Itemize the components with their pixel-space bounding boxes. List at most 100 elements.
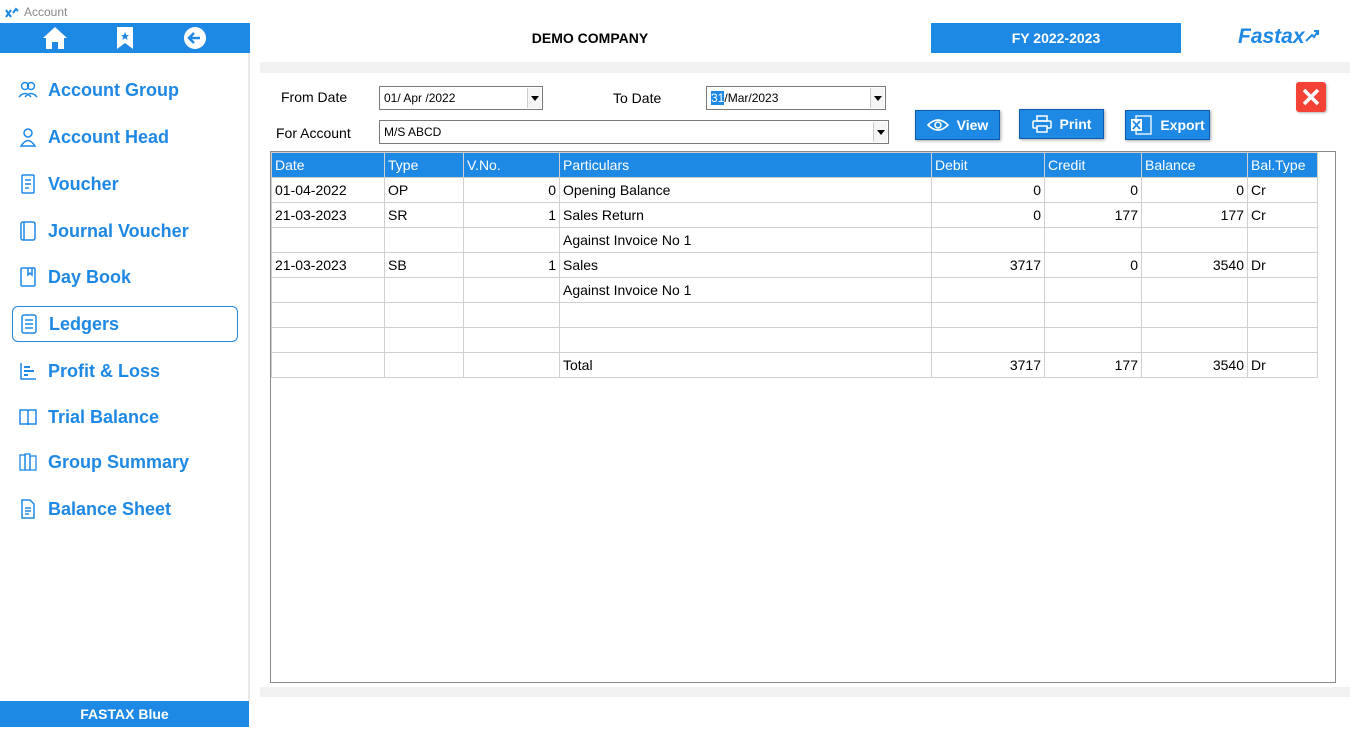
cell-debit: 3717 [931, 352, 1045, 378]
sidebar-item-day-book[interactable]: Day Book [12, 259, 238, 295]
table-row[interactable]: Against Invoice No 1 [271, 277, 1318, 303]
table-row[interactable]: 01-04-2022 OP 0 Opening Balance 0 0 0 Cr [271, 177, 1318, 203]
chevron-down-icon[interactable] [870, 88, 884, 108]
table-row[interactable] [271, 302, 1318, 328]
cell-type [384, 352, 464, 378]
ledger-grid[interactable]: Date Type V.No. Particulars Debit Credit… [270, 151, 1336, 683]
column-header-bal-type[interactable]: Bal.Type [1247, 152, 1318, 178]
cell-particulars [559, 302, 932, 328]
print-button[interactable]: Print [1019, 109, 1104, 139]
sidebar-item-trial-balance[interactable]: Trial Balance [12, 399, 238, 435]
cell-vno [463, 302, 560, 328]
ledger-icon [19, 314, 39, 334]
eye-icon [926, 119, 949, 131]
cell-credit [1044, 327, 1142, 353]
company-name: DEMO COMPANY [531, 30, 649, 46]
cell-vno [463, 352, 560, 378]
app-logo-icon [4, 4, 20, 20]
to-date-day-selected: 31 [711, 91, 725, 105]
cell-type: SR [384, 202, 464, 228]
sidebar-item-profit-loss[interactable]: Profit & Loss [12, 353, 238, 389]
cell-debit [931, 277, 1045, 303]
cell-debit: 0 [931, 177, 1045, 203]
cell-particulars: Total [559, 352, 932, 378]
cell-debit [931, 227, 1045, 253]
cell-type [384, 277, 464, 303]
sidebar-item-label: Balance Sheet [48, 498, 172, 519]
cell-type [384, 327, 464, 353]
cell-bal-type: Dr [1247, 352, 1318, 378]
cell-particulars: Opening Balance [559, 177, 932, 203]
brand-arrow-icon [1304, 30, 1319, 42]
user-icon [18, 127, 38, 147]
ledger-table: Date Type V.No. Particulars Debit Credit… [271, 152, 1318, 378]
cell-particulars: Sales Return [559, 202, 932, 228]
back-button[interactable] [180, 23, 210, 53]
account-select[interactable]: M/S ABCD [379, 120, 889, 144]
sidebar-item-label: Profit & Loss [48, 360, 161, 381]
cell-date: 21-03-2023 [271, 252, 385, 278]
sidebar-item-label: Account Group [48, 79, 179, 100]
title-bar: Account [0, 0, 1366, 23]
cell-bal-type: Cr [1247, 202, 1318, 228]
to-date-label: To Date [613, 90, 662, 106]
export-button[interactable]: Export [1125, 110, 1210, 140]
column-header-balance[interactable]: Balance [1141, 152, 1248, 178]
from-date-picker[interactable]: 01/ Apr /2022 [379, 86, 543, 110]
brand-logo: Fastax [1238, 25, 1319, 49]
table-row-total[interactable]: Total 3717 177 3540 Dr [271, 352, 1318, 378]
column-header-particulars[interactable]: Particulars [559, 152, 932, 178]
cell-date [271, 302, 385, 328]
account-label: For Account [276, 125, 351, 141]
view-button[interactable]: View [915, 110, 1000, 140]
table-row[interactable]: Against Invoice No 1 [271, 227, 1318, 253]
cell-bal-type [1247, 227, 1318, 253]
cell-balance [1141, 302, 1248, 328]
cell-date: 01-04-2022 [271, 177, 385, 203]
sidebar-item-ledgers[interactable]: Ledgers [12, 306, 238, 342]
cell-credit [1044, 302, 1142, 328]
sidebar-item-account-head[interactable]: Account Head [12, 119, 238, 155]
bookmark-button[interactable] [110, 23, 140, 53]
sidebar-item-account-group[interactable]: Account Group [12, 72, 238, 108]
cell-vno [463, 277, 560, 303]
home-button[interactable] [40, 23, 70, 53]
sidebar-item-group-summary[interactable]: Group Summary [12, 444, 238, 480]
cell-balance [1141, 327, 1248, 353]
column-header-type[interactable]: Type [384, 152, 464, 178]
open-book-icon [18, 407, 38, 427]
close-button[interactable] [1296, 82, 1326, 112]
column-header-debit[interactable]: Debit [931, 152, 1045, 178]
sidebar-item-journal-voucher[interactable]: Journal Voucher [12, 213, 238, 249]
cell-date [271, 327, 385, 353]
table-row[interactable]: 21-03-2023 SR 1 Sales Return 0 177 177 C… [271, 202, 1318, 228]
to-date-rest: /Mar/2023 [724, 91, 779, 105]
from-date-label: From Date [281, 89, 348, 105]
table-row[interactable] [271, 327, 1318, 353]
cell-date [271, 352, 385, 378]
column-header-vno[interactable]: V.No. [463, 152, 560, 178]
cell-balance: 3540 [1141, 352, 1248, 378]
cell-debit [931, 327, 1045, 353]
cell-debit: 0 [931, 202, 1045, 228]
table-row[interactable]: 21-03-2023 SB 1 Sales 3717 0 3540 Dr [271, 252, 1318, 278]
cell-bal-type: Dr [1247, 252, 1318, 278]
users-icon [18, 80, 38, 100]
sidebar-item-balance-sheet[interactable]: Balance Sheet [12, 491, 238, 527]
sidebar-item-voucher[interactable]: Voucher [12, 166, 238, 202]
bars-icon [18, 361, 38, 381]
cell-bal-type [1247, 302, 1318, 328]
window-title: Account [24, 4, 68, 19]
chevron-down-icon[interactable] [873, 122, 887, 142]
table-header-row: Date Type V.No. Particulars Debit Credit… [271, 152, 1318, 178]
chevron-down-icon[interactable] [527, 88, 541, 108]
sidebar-item-label: Trial Balance [48, 406, 160, 427]
cell-type: SB [384, 252, 464, 278]
column-header-credit[interactable]: Credit [1044, 152, 1142, 178]
cell-balance [1141, 277, 1248, 303]
cell-credit [1044, 227, 1142, 253]
to-date-picker[interactable]: 31/Mar/2023 [706, 86, 886, 110]
sidebar-item-label: Day Book [48, 266, 132, 287]
column-header-date[interactable]: Date [271, 152, 385, 178]
cell-credit: 177 [1044, 202, 1142, 228]
